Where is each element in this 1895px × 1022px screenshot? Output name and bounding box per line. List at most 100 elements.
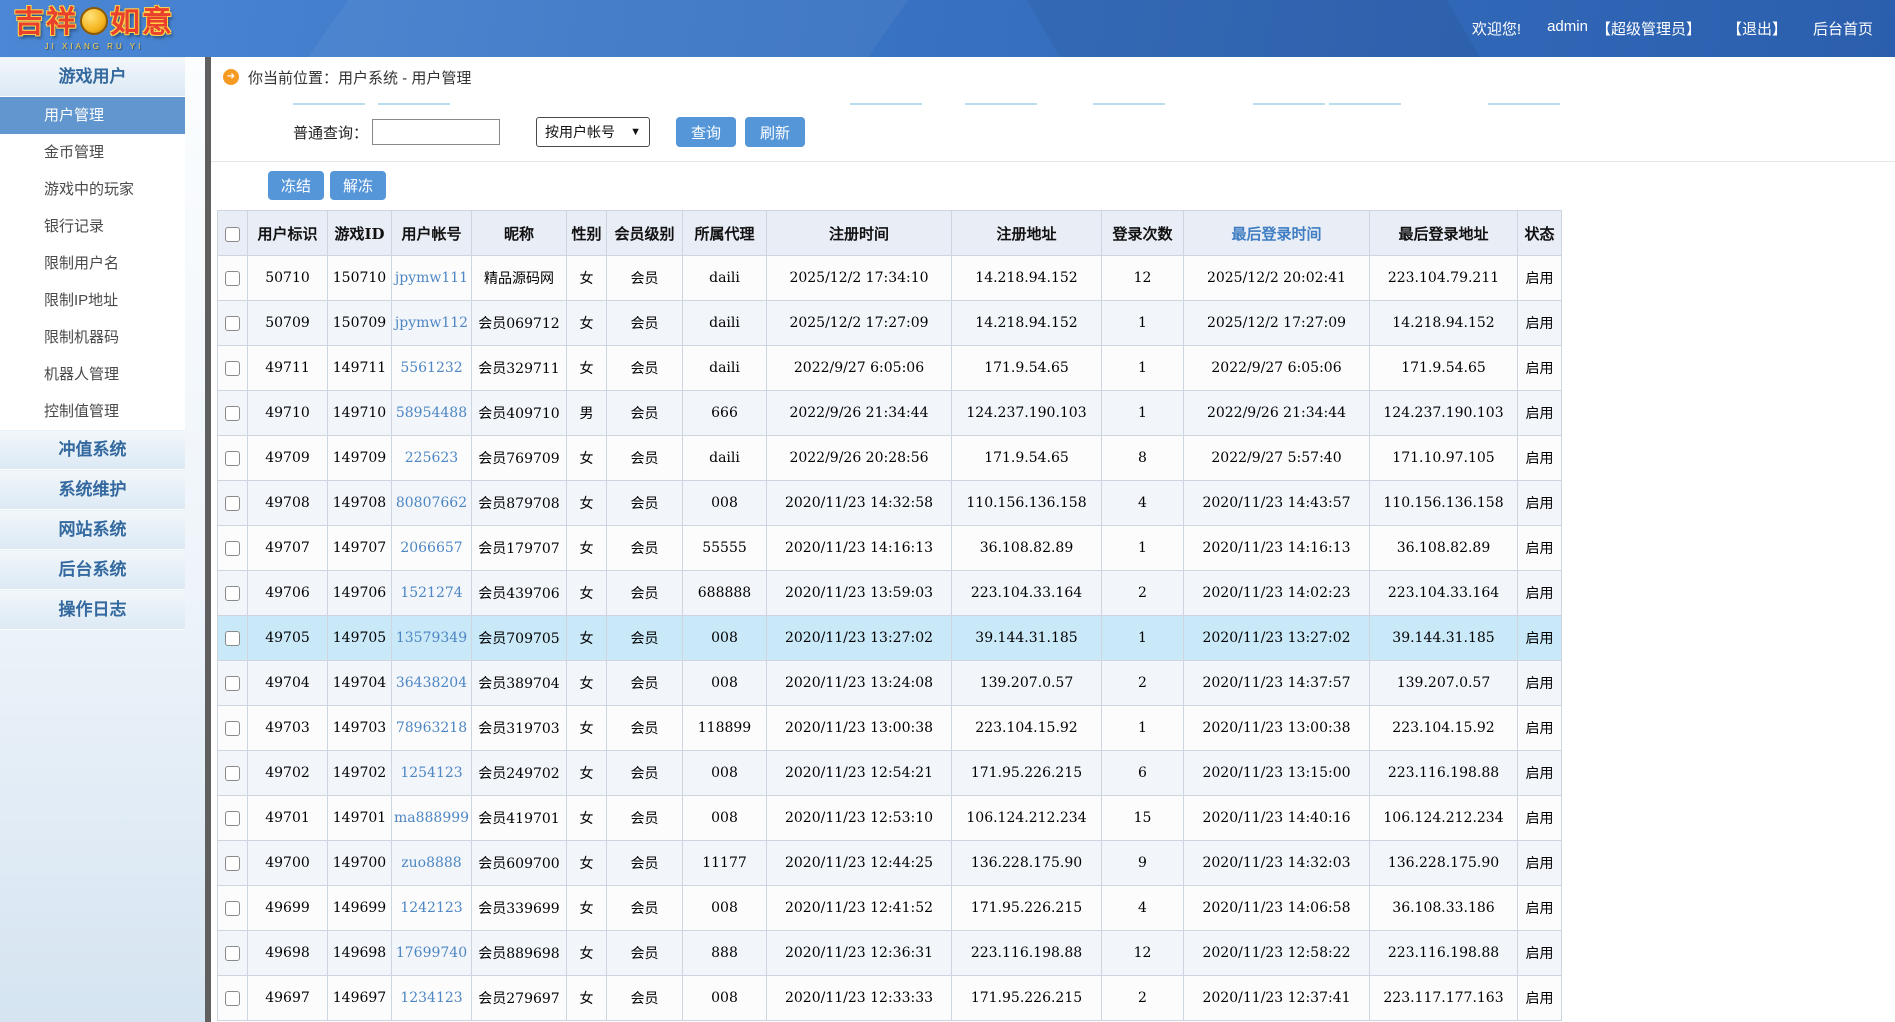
table-row[interactable]: 497061497061521274会员439706女会员6888882020/… <box>218 571 1562 616</box>
cell-gender: 女 <box>567 616 607 661</box>
row-checkbox[interactable] <box>225 766 240 781</box>
table-row[interactable]: 50709150709jpymw112会员069712女会员daili2025/… <box>218 301 1562 346</box>
sidebar-item-website-system[interactable]: 网站系统 <box>0 510 185 550</box>
row-checkbox[interactable] <box>225 361 240 376</box>
table-row[interactable]: 497071497072066657会员179707女会员555552020/1… <box>218 526 1562 571</box>
cell-user-account[interactable]: 1254123 <box>392 751 472 796</box>
sidebar-item-operation-log[interactable]: 操作日志 <box>0 590 185 630</box>
sidebar-item-gold-management[interactable]: 金币管理 <box>0 134 185 171</box>
sidebar-item-players-in-game[interactable]: 游戏中的玩家 <box>0 171 185 208</box>
cell-user-account[interactable]: 1242123 <box>392 886 472 931</box>
cell-user-account[interactable]: zuo8888 <box>392 841 472 886</box>
cell-user-account[interactable]: 58954488 <box>392 391 472 436</box>
cell-user-account[interactable]: 13579349 <box>392 616 472 661</box>
table-row[interactable]: 497021497021254123会员249702女会员0082020/11/… <box>218 751 1562 796</box>
cell-user-id: 49710 <box>248 391 328 436</box>
cell-last-login-address: 39.144.31.185 <box>1370 616 1518 661</box>
row-checkbox[interactable] <box>225 406 240 421</box>
cell-nickname: 会员609700 <box>472 841 567 886</box>
cell-user-account[interactable]: ma888999 <box>392 796 472 841</box>
select-all-checkbox[interactable] <box>225 227 240 242</box>
cell-last-login-address: 124.237.190.103 <box>1370 391 1518 436</box>
table-row[interactable]: 4970814970880807662会员879708女会员0082020/11… <box>218 481 1562 526</box>
row-checkbox[interactable] <box>225 496 240 511</box>
cell-user-account[interactable]: jpymw112 <box>392 301 472 346</box>
cell-game-id: 149704 <box>328 661 392 706</box>
table-row[interactable]: 49701149701ma888999会员419701女会员0082020/11… <box>218 796 1562 841</box>
row-checkbox[interactable] <box>225 631 240 646</box>
row-checkbox[interactable] <box>225 676 240 691</box>
table-row[interactable]: 4970414970436438204会员389704女会员0082020/11… <box>218 661 1562 706</box>
logout-link[interactable]: 【退出】 <box>1727 18 1787 39</box>
table-row[interactable]: 497111497115561232会员329711女会员daili2022/9… <box>218 346 1562 391</box>
row-checkbox[interactable] <box>225 316 240 331</box>
row-checkbox[interactable] <box>225 586 240 601</box>
table-row[interactable]: 4971014971058954488会员409710男会员6662022/9/… <box>218 391 1562 436</box>
sidebar-item-system-maintenance[interactable]: 系统维护 <box>0 470 185 510</box>
cell-user-account[interactable]: 2066657 <box>392 526 472 571</box>
cell-user-account[interactable]: 36438204 <box>392 661 472 706</box>
table-row[interactable]: 49700149700zuo8888会员609700女会员111772020/1… <box>218 841 1562 886</box>
sidebar: 游戏用户用户管理金币管理游戏中的玩家银行记录限制用户名限制IP地址限制机器码机器… <box>0 57 205 1022</box>
table-row[interactable]: 496991496991242123会员339699女会员0082020/11/… <box>218 886 1562 931</box>
home-link[interactable]: 后台首页 <box>1813 18 1873 39</box>
table-row[interactable]: 4970514970513579349会员709705女会员0082020/11… <box>218 616 1562 661</box>
table-row[interactable]: 50710150710jpymw111精品源码网女会员daili2025/12/… <box>218 256 1562 301</box>
sidebar-item-control-value-management[interactable]: 控制值管理 <box>0 393 185 430</box>
table-row[interactable]: 496971496971234123会员279697女会员0082020/11/… <box>218 976 1562 1021</box>
breadcrumb-text: 你当前位置：用户系统 - 用户管理 <box>248 67 471 88</box>
cell-login-count: 15 <box>1102 796 1184 841</box>
sidebar-item-recharge-system[interactable]: 冲值系统 <box>0 430 185 470</box>
cell-game-id: 149706 <box>328 571 392 616</box>
cell-user-id: 49711 <box>248 346 328 391</box>
cell-user-account[interactable]: 1234123 <box>392 976 472 1021</box>
column-header-register-time: 注册时间 <box>767 211 952 256</box>
unfreeze-button[interactable]: 解冻 <box>330 171 386 200</box>
row-checkbox[interactable] <box>225 991 240 1006</box>
refresh-button[interactable]: 刷新 <box>745 117 805 147</box>
cell-gender: 女 <box>567 661 607 706</box>
sidebar-item-restrict-ip[interactable]: 限制IP地址 <box>0 282 185 319</box>
row-checkbox[interactable] <box>225 451 240 466</box>
query-button[interactable]: 查询 <box>676 117 736 147</box>
sidebar-item-backend-system[interactable]: 后台系统 <box>0 550 185 590</box>
sidebar-item-robot-management[interactable]: 机器人管理 <box>0 356 185 393</box>
cell-game-id: 149699 <box>328 886 392 931</box>
cell-nickname: 会员279697 <box>472 976 567 1021</box>
cell-agent: 008 <box>683 481 767 526</box>
cell-user-account[interactable]: 80807662 <box>392 481 472 526</box>
cell-user-account[interactable]: 5561232 <box>392 346 472 391</box>
row-checkbox[interactable] <box>225 901 240 916</box>
freeze-button[interactable]: 冻结 <box>268 171 324 200</box>
row-checkbox[interactable] <box>225 721 240 736</box>
cell-last-login-time: 2020/11/23 14:40:16 <box>1184 796 1370 841</box>
search-input[interactable] <box>372 119 500 145</box>
cell-user-account[interactable]: 78963218 <box>392 706 472 751</box>
cell-user-account[interactable]: 225623 <box>392 436 472 481</box>
cell-user-id: 49698 <box>248 931 328 976</box>
table-row[interactable]: 49709149709225623会员769709女会员daili2022/9/… <box>218 436 1562 481</box>
cell-user-account[interactable]: 17699740 <box>392 931 472 976</box>
sidebar-item-restrict-machine-code[interactable]: 限制机器码 <box>0 319 185 356</box>
breadcrumb-arrow-icon: ➜ <box>223 69 239 85</box>
cell-user-account[interactable]: jpymw111 <box>392 256 472 301</box>
row-checkbox[interactable] <box>225 946 240 961</box>
cell-login-count: 1 <box>1102 706 1184 751</box>
cell-nickname: 会员409710 <box>472 391 567 436</box>
table-row[interactable]: 4970314970378963218会员319703女会员1188992020… <box>218 706 1562 751</box>
row-checkbox[interactable] <box>225 811 240 826</box>
sidebar-item-restrict-username[interactable]: 限制用户名 <box>0 245 185 282</box>
cell-user-account[interactable]: 1521274 <box>392 571 472 616</box>
cell-register-time: 2020/11/23 12:33:33 <box>767 976 952 1021</box>
cell-game-id: 149702 <box>328 751 392 796</box>
row-checkbox[interactable] <box>225 271 240 286</box>
sidebar-item-bank-records[interactable]: 银行记录 <box>0 208 185 245</box>
search-type-select[interactable]: 按用户帐号 ▼ <box>536 117 650 147</box>
cell-login-count: 2 <box>1102 571 1184 616</box>
row-checkbox[interactable] <box>225 541 240 556</box>
column-header-last-login-time[interactable]: 最后登录时间 <box>1184 211 1370 256</box>
row-checkbox[interactable] <box>225 856 240 871</box>
sidebar-item-game-users[interactable]: 游戏用户 <box>0 57 185 97</box>
table-row[interactable]: 4969814969817699740会员889698女会员8882020/11… <box>218 931 1562 976</box>
sidebar-item-user-management[interactable]: 用户管理 <box>0 97 185 134</box>
